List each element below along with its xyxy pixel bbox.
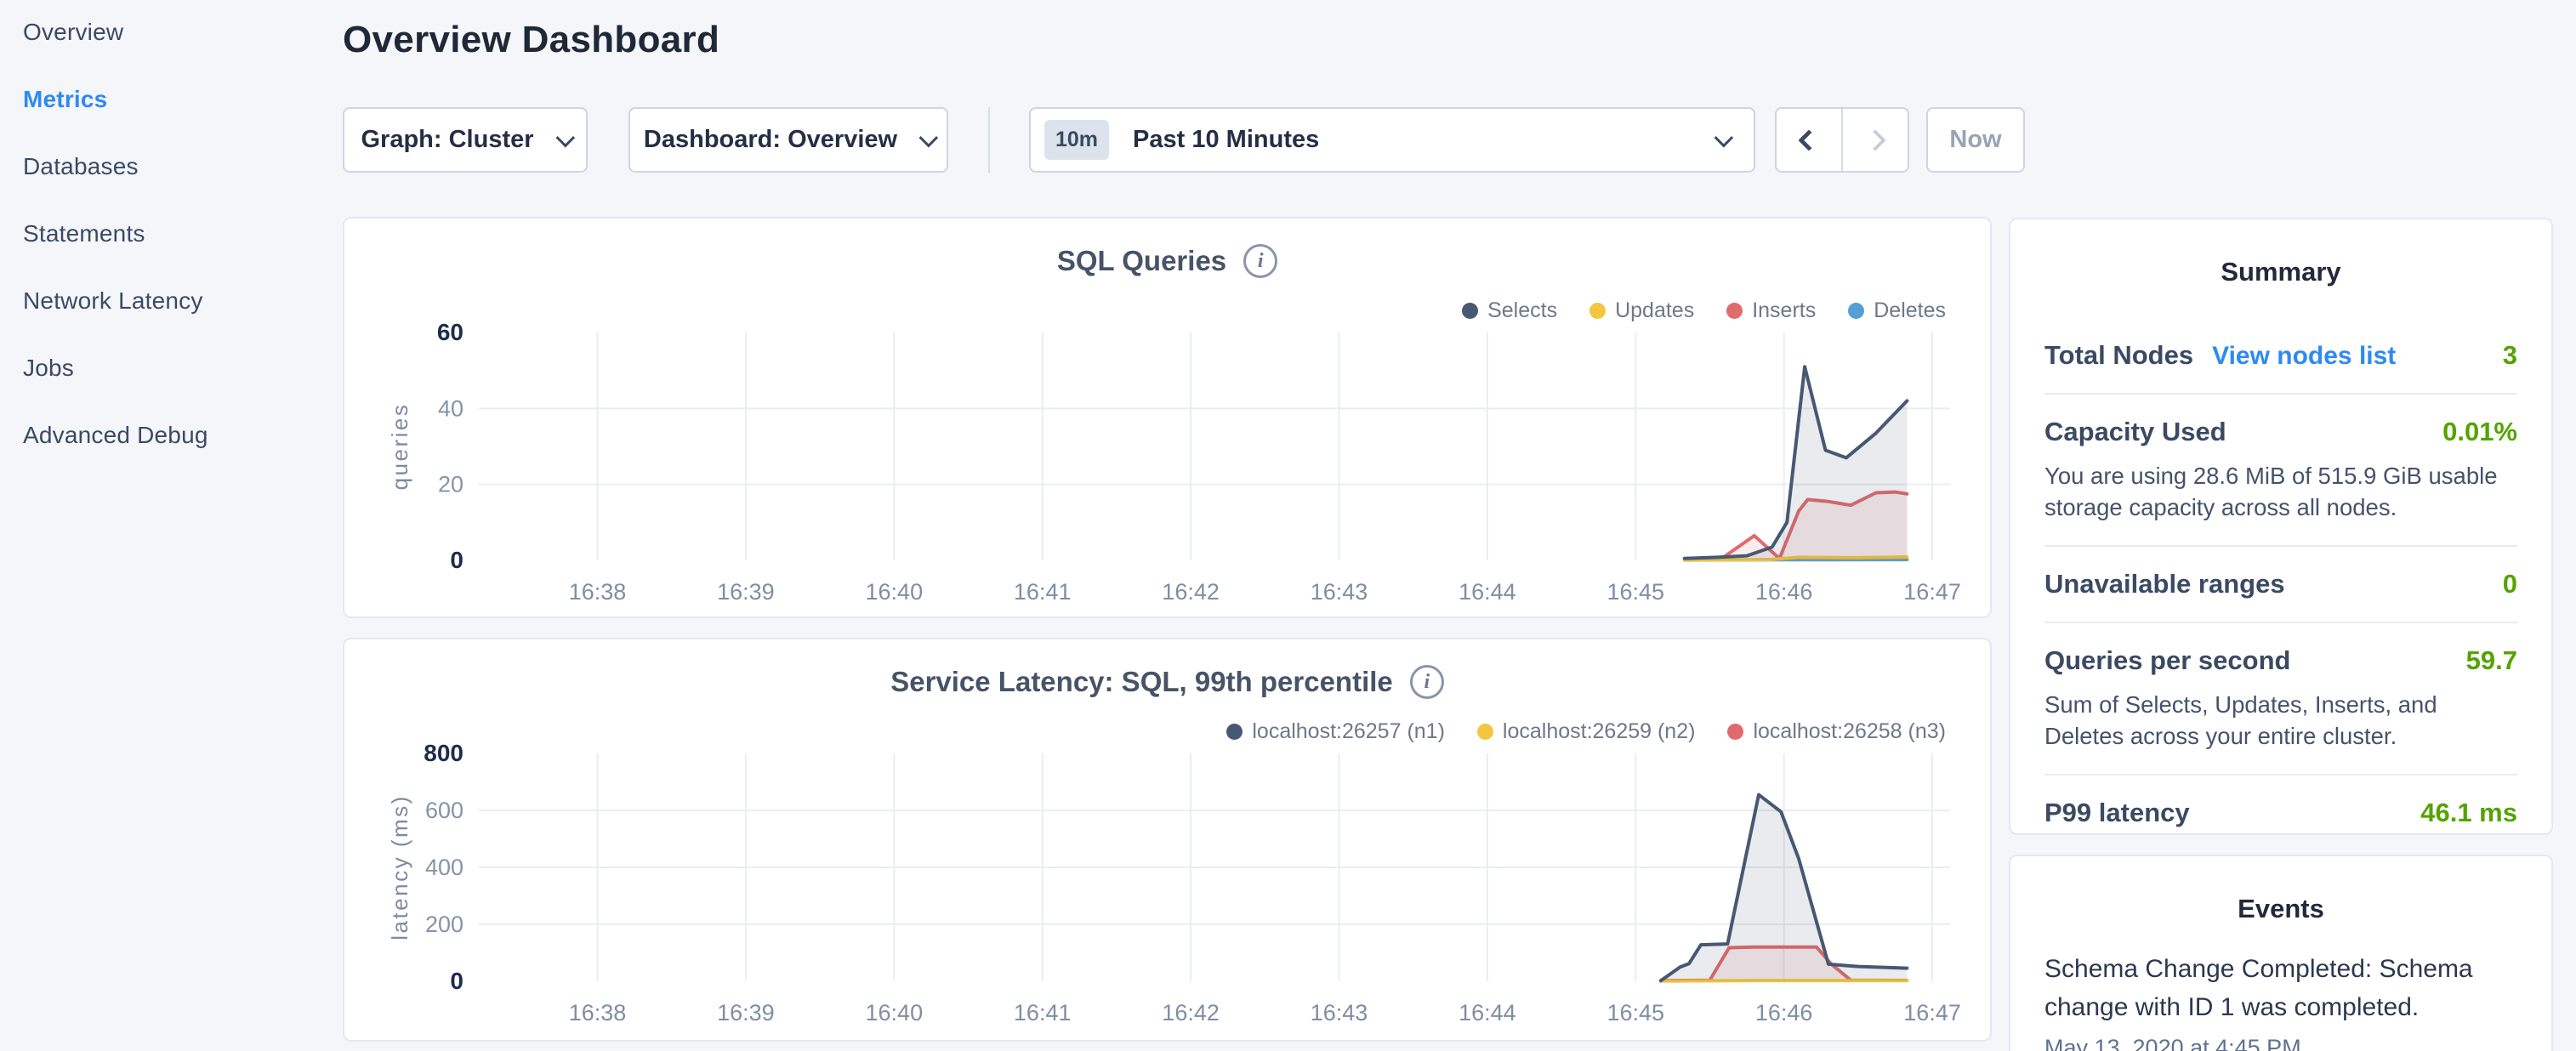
sidebar-item-jobs[interactable]: Jobs — [23, 353, 329, 383]
x-tick-label: 16:42 — [1162, 579, 1220, 605]
y-axis-title: queries — [387, 403, 412, 491]
summary-row-label: P99 latency — [2044, 798, 2190, 828]
x-tick-label: 16:45 — [1606, 1000, 1664, 1025]
y-tick-label: 400 — [425, 855, 463, 880]
y-tick-label: 200 — [425, 912, 463, 937]
page-title: Overview Dashboard — [343, 19, 719, 61]
sidebar-item-network-latency[interactable]: Network Latency — [23, 286, 329, 316]
y-tick-label: 0 — [450, 968, 463, 994]
summary-row: Unavailable ranges 0 — [2044, 547, 2517, 622]
y-tick-label: 800 — [424, 740, 463, 766]
chart-card-sql-queries: SQL Queries i SelectsUpdatesInsertsDelet… — [343, 217, 1992, 618]
summary-row-value: 46.1 ms — [2420, 798, 2517, 828]
summary-row: Queries per second 59.7 Sum of Selects, Up… — [2044, 623, 2517, 774]
summary-row: Capacity Used 0.01% You are using 28.6 MiB… — [2044, 395, 2517, 545]
now-button[interactable]: Now — [1926, 107, 2025, 173]
x-tick-label: 16:44 — [1459, 579, 1516, 605]
graph-dropdown-label: Graph: Cluster — [361, 126, 533, 154]
controls-divider — [988, 107, 990, 173]
x-tick-label: 16:41 — [1014, 579, 1072, 605]
y-tick-label: 20 — [438, 472, 463, 497]
x-tick-label: 16:38 — [569, 579, 627, 605]
summary-row-value: 59.7 — [2466, 645, 2517, 676]
chevron-down-icon — [919, 128, 939, 147]
chevron-left-icon — [1798, 129, 1819, 151]
summary-row-label: Capacity Used — [2044, 417, 2226, 447]
chart-card-service-latency: Service Latency: SQL, 99th percentile i … — [343, 638, 1992, 1042]
x-tick-label: 16:42 — [1162, 1000, 1220, 1025]
time-step-forward-button[interactable] — [1841, 109, 1908, 171]
x-tick-label: 16:46 — [1755, 1000, 1813, 1025]
dashboard-dropdown-label: Dashboard: Overview — [644, 126, 897, 154]
view-nodes-list-link[interactable]: View nodes list — [2212, 342, 2396, 371]
app-root: Overview Metrics Databases Statements Networ… — [0, 0, 2576, 1051]
x-tick-label: 16:39 — [717, 579, 775, 605]
x-tick-label: 16:39 — [717, 1000, 775, 1025]
x-tick-label: 16:38 — [569, 1000, 627, 1025]
summary-row-label: Queries per second — [2044, 645, 2290, 676]
sidebar-item-statements[interactable]: Statements — [23, 219, 329, 249]
summary-row-label: Unavailable ranges — [2044, 569, 2285, 599]
x-tick-label: 16:43 — [1311, 579, 1368, 605]
chevron-down-icon — [1714, 128, 1734, 147]
x-tick-label: 16:41 — [1014, 1000, 1072, 1025]
x-tick-label: 16:45 — [1606, 579, 1664, 605]
x-tick-label: 16:40 — [866, 1000, 924, 1025]
y-tick-label: 60 — [437, 319, 463, 345]
controls-bar: Graph: Cluster Dashboard: Overview 10m P… — [343, 107, 2025, 173]
x-tick-label: 16:40 — [866, 579, 924, 605]
graph-dropdown[interactable]: Graph: Cluster — [343, 107, 588, 173]
time-step-buttons — [1775, 107, 1909, 173]
x-tick-label: 16:47 — [1903, 1000, 1961, 1025]
summary-row: Total Nodes View nodes list 3 — [2044, 318, 2517, 393]
x-tick-label: 16:46 — [1755, 579, 1813, 605]
chart-plot: 16:38 16:39 16:40 16:41 16:42 16:43 16:44 16:45… — [344, 639, 1990, 1037]
sidebar-item-databases[interactable]: Databases — [23, 151, 329, 182]
events-title: Events — [2010, 856, 2551, 924]
summary-title: Summary — [2010, 219, 2551, 287]
event-text: Schema Change Completed: Schema change w… — [2044, 950, 2517, 1026]
events-body: Schema Change Completed: Schema change w… — [2010, 924, 2551, 1051]
dashboard-dropdown[interactable]: Dashboard: Overview — [628, 107, 948, 173]
sidebar-item-metrics[interactable]: Metrics — [23, 84, 329, 115]
x-tick-label: 16:47 — [1903, 579, 1961, 605]
y-axis-title: latency (ms) — [387, 794, 412, 940]
summary-row-value: 3 — [2503, 340, 2517, 371]
x-tick-label: 16:43 — [1311, 1000, 1368, 1025]
chevron-right-icon — [1864, 129, 1885, 151]
sidebar-item-advanced-debug[interactable]: Advanced Debug — [23, 420, 329, 451]
summary-panel: Summary Total Nodes View nodes list 3 Capac… — [2009, 218, 2553, 835]
time-range-dropdown[interactable]: 10m Past 10 Minutes — [1029, 107, 1755, 173]
summary-row-label: Total Nodes — [2044, 340, 2193, 371]
event-timestamp: May 13, 2020 at 4:45 PM — [2044, 1035, 2517, 1051]
summary-row-description: Sum of Selects, Updates, Inserts, and De… — [2044, 690, 2517, 752]
y-tick-label: 600 — [425, 798, 463, 823]
x-tick-label: 16:44 — [1459, 1000, 1516, 1025]
time-range-label: Past 10 Minutes — [1133, 126, 1714, 154]
events-panel: Events Schema Change Completed: Schema c… — [2009, 855, 2553, 1051]
sidebar: Overview Metrics Databases Statements Networ… — [23, 17, 329, 487]
series-area — [1685, 366, 1908, 560]
chevron-down-icon — [555, 128, 575, 147]
y-tick-label: 0 — [450, 547, 463, 573]
time-step-back-button[interactable] — [1777, 109, 1841, 171]
summary-row-value: 0 — [2503, 569, 2517, 599]
summary-row: P99 latency 46.1 ms — [2044, 775, 2517, 850]
chart-plot: 16:38 16:39 16:40 16:41 16:42 16:43 16:44 16:45… — [344, 219, 1990, 616]
time-range-badge: 10m — [1044, 120, 1109, 160]
summary-row-value: 0.01% — [2442, 417, 2517, 447]
summary-body: Total Nodes View nodes list 3 Capacity Used… — [2010, 287, 2551, 850]
sidebar-item-overview[interactable]: Overview — [23, 17, 329, 48]
y-tick-label: 40 — [438, 395, 463, 421]
summary-row-description: You are using 28.6 MiB of 515.9 GiB usab… — [2044, 461, 2517, 523]
